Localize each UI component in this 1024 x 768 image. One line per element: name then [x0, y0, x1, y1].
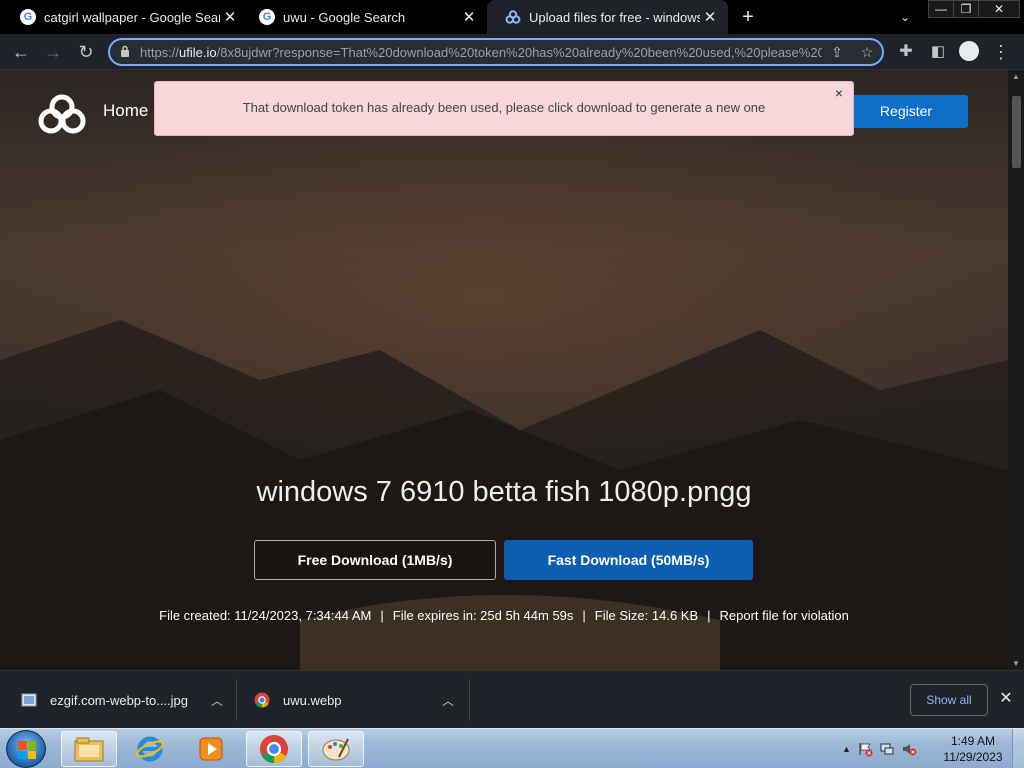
new-tab-button[interactable]: +: [736, 5, 760, 29]
tab-title: Upload files for free - windows 7 6910 b…: [529, 9, 700, 25]
share-icon[interactable]: ⇪: [822, 44, 852, 61]
ufile-logo-icon[interactable]: [38, 94, 86, 134]
tray-expand-icon[interactable]: ▲: [842, 744, 851, 754]
reload-button[interactable]: ↻: [73, 39, 99, 65]
system-tray: ▲: [842, 729, 917, 768]
clock-time: 1:49 AM: [950, 734, 996, 748]
close-alert-icon[interactable]: ×: [835, 86, 843, 100]
back-button[interactable]: ←: [8, 39, 34, 65]
windows-taskbar: ▲ 1:49 AM 11/29/2023: [0, 728, 1024, 768]
action-center-flag-icon[interactable]: [857, 741, 873, 757]
close-tab-icon[interactable]: ✕: [220, 8, 240, 26]
restore-button[interactable]: ❐: [953, 0, 979, 18]
register-button[interactable]: Register: [844, 95, 968, 128]
clock-date: 11/29/2023: [943, 750, 1003, 764]
url-path: /8x8ujdwr?response=That%20download%20tok…: [216, 44, 822, 60]
free-download-button[interactable]: Free Download (1MB/s): [254, 540, 496, 580]
forward-button[interactable]: →: [40, 39, 66, 65]
meta-separator: |: [707, 608, 711, 623]
windows-logo-icon: [18, 741, 36, 759]
volume-muted-icon[interactable]: [901, 741, 917, 757]
chrome-icon[interactable]: [246, 731, 302, 767]
download-filename: uwu.webp: [283, 692, 342, 708]
divider: [469, 679, 470, 721]
download-item[interactable]: uwu.webp ︿: [254, 671, 460, 729]
puzzle-icon[interactable]: ✚: [893, 39, 919, 65]
close-tab-icon[interactable]: ✕: [459, 8, 479, 26]
file-name-heading: windows 7 6910 betta fish 1080p.pngg: [256, 476, 752, 508]
google-icon: G: [259, 9, 275, 25]
system-clock[interactable]: 1:49 AM 11/29/2023: [938, 733, 1008, 765]
tab-title: catgirl wallpaper - Google Search: [44, 9, 220, 25]
download-filename: ezgif.com-webp-to....jpg: [50, 692, 189, 708]
close-window-button[interactable]: ✕: [978, 0, 1020, 18]
chevron-up-icon[interactable]: ︿: [436, 692, 460, 709]
chrome-file-icon: [254, 692, 270, 708]
lock-icon[interactable]: [110, 45, 140, 60]
start-button[interactable]: [6, 730, 46, 768]
internet-explorer-icon[interactable]: [122, 731, 178, 767]
close-tab-icon[interactable]: ✕: [700, 8, 720, 26]
url-text[interactable]: https://ufile.io/8x8ujdwr?response=That%…: [140, 45, 822, 60]
scroll-up-icon[interactable]: ▲: [1008, 72, 1024, 81]
error-alert: That download token has already been use…: [154, 81, 854, 136]
file-created: File created: 11/24/2023, 7:34:44 AM: [159, 608, 372, 623]
scrollbar-thumb[interactable]: [1012, 96, 1021, 168]
download-item[interactable]: ezgif.com-webp-to....jpg ︿: [21, 671, 229, 729]
alert-message: That download token has already been use…: [242, 100, 766, 115]
media-player-icon[interactable]: [183, 731, 239, 767]
profile-icon[interactable]: [959, 41, 979, 61]
minimize-button[interactable]: —: [928, 0, 954, 18]
tab-uwu[interactable]: G uwu - Google Search ✕: [241, 0, 487, 34]
star-icon[interactable]: ☆: [852, 44, 882, 61]
report-link[interactable]: Report file for violation: [720, 608, 849, 623]
tab-title: uwu - Google Search: [283, 9, 406, 25]
meta-separator: |: [380, 608, 384, 623]
paint-icon[interactable]: [308, 731, 364, 767]
tab-ufile[interactable]: Upload files for free - windows 7 6910 b…: [487, 0, 728, 34]
page-scrollbar[interactable]: ▲ ▼: [1008, 70, 1024, 670]
url-scheme: https://: [140, 44, 180, 60]
image-file-icon: [21, 693, 37, 707]
google-icon: G: [20, 9, 36, 25]
network-icon[interactable]: [879, 741, 895, 757]
meta-separator: |: [582, 608, 586, 623]
sidepanel-icon[interactable]: ◧: [925, 39, 951, 65]
download-shelf: ezgif.com-webp-to....jpg ︿ uwu.webp ︿ Sh…: [0, 670, 1024, 728]
chevron-up-icon[interactable]: ︿: [205, 692, 229, 709]
file-size: File Size: 14.6 KB: [594, 608, 699, 623]
tab-catgirl-wallpaper[interactable]: G catgirl wallpaper - Google Search ✕: [2, 0, 248, 34]
address-bar[interactable]: https://ufile.io/8x8ujdwr?response=That%…: [108, 38, 884, 66]
file-expires: File expires in: 25d 5h 44m 59s: [392, 608, 574, 623]
ufile-favicon-icon: [505, 10, 521, 24]
tab-search-icon[interactable]: ⌄: [894, 6, 916, 28]
browser-toolbar: ← → ↻ https://ufile.io/8x8ujdwr?response…: [0, 34, 1024, 70]
tab-strip: G catgirl wallpaper - Google Search ✕ G …: [0, 0, 1024, 34]
fast-download-button[interactable]: Fast Download (50MB/s): [504, 540, 753, 580]
url-host: ufile.io: [179, 44, 217, 60]
home-link[interactable]: Home: [103, 101, 148, 121]
kebab-menu-icon[interactable]: ⋮: [988, 39, 1014, 65]
close-shelf-icon[interactable]: ✕: [996, 688, 1016, 708]
divider: [236, 679, 237, 721]
file-meta: File created: 11/24/2023, 7:34:44 AM | Fil…: [0, 608, 1008, 623]
ufile-page: Home Register That download token has al…: [0, 70, 1008, 670]
windows-explorer-icon[interactable]: [61, 731, 117, 767]
show-all-button[interactable]: Show all: [910, 684, 988, 716]
show-desktop-button[interactable]: [1012, 729, 1024, 768]
scroll-down-icon[interactable]: ▼: [1008, 659, 1024, 668]
